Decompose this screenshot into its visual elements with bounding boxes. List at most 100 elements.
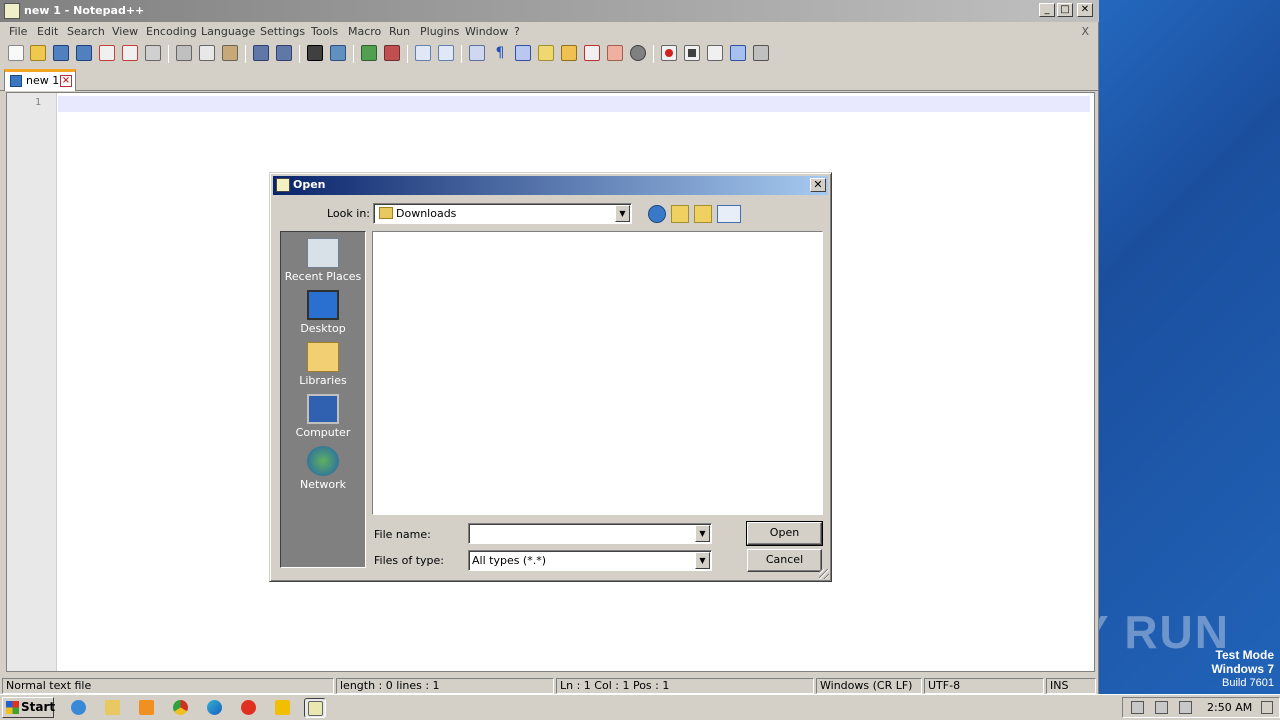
taskbar-app[interactable]	[272, 698, 294, 718]
monitoring-icon[interactable]	[630, 45, 646, 61]
close-all-icon[interactable]	[122, 45, 138, 61]
look-in-label: Look in:	[327, 207, 370, 220]
taskbar-notepadpp[interactable]	[304, 698, 326, 718]
folder-as-workspace-icon[interactable]	[607, 45, 623, 61]
undo-icon[interactable]	[253, 45, 269, 61]
menu-tools[interactable]: Tools	[311, 25, 338, 38]
menu-encoding[interactable]: Encoding	[146, 25, 197, 38]
find-icon[interactable]	[307, 45, 323, 61]
user-language-icon[interactable]	[538, 45, 554, 61]
redo-icon[interactable]	[276, 45, 292, 61]
recent-places-icon	[307, 238, 339, 268]
resize-grip[interactable]	[819, 569, 829, 579]
place-label: Libraries	[299, 374, 347, 387]
menu-plugins[interactable]: Plugins	[420, 25, 459, 38]
network-icon	[307, 446, 339, 476]
save-macro-icon[interactable]	[753, 45, 769, 61]
print-icon[interactable]	[145, 45, 161, 61]
files-of-type-value: All types (*.*)	[472, 554, 547, 567]
cut-icon[interactable]	[176, 45, 192, 61]
file-list[interactable]	[372, 231, 823, 515]
action-center-flag-icon[interactable]	[1179, 701, 1192, 714]
taskbar-ie[interactable]	[68, 698, 90, 718]
taskbar-media-player[interactable]	[136, 698, 158, 718]
chevron-down-icon[interactable]: ▼	[615, 205, 630, 222]
view-menu-icon[interactable]	[717, 205, 741, 223]
file-name-input[interactable]: ▼	[468, 523, 712, 544]
taskbar-yandex[interactable]	[238, 698, 260, 718]
play-macro-icon[interactable]	[707, 45, 723, 61]
menu-language[interactable]: Language	[201, 25, 255, 38]
maximize-button[interactable]: □	[1057, 3, 1073, 17]
run-macro-multiple-icon[interactable]	[730, 45, 746, 61]
zoom-in-icon[interactable]	[361, 45, 377, 61]
sync-horizontal-icon[interactable]	[438, 45, 454, 61]
tab-bar: new 1 ×	[0, 66, 1099, 91]
place-recent-places[interactable]: Recent Places	[281, 238, 365, 283]
chevron-down-icon[interactable]: ▼	[695, 552, 710, 569]
copy-icon[interactable]	[199, 45, 215, 61]
menu-help[interactable]: ?	[514, 25, 520, 38]
downloads-folder-icon	[379, 207, 393, 219]
chevron-down-icon[interactable]: ▼	[695, 525, 710, 542]
app-title-bar[interactable]: new 1 - Notepad++ _ □ ✕	[0, 0, 1099, 22]
menu-file[interactable]: File	[9, 25, 27, 38]
menu-settings[interactable]: Settings	[260, 25, 305, 38]
close-document-x[interactable]: X	[1081, 25, 1089, 38]
menu-run[interactable]: Run	[389, 25, 410, 38]
network-status-icon[interactable]	[1155, 701, 1168, 714]
close-button[interactable]: ✕	[1077, 3, 1093, 17]
save-icon[interactable]	[53, 45, 69, 61]
menu-window[interactable]: Window	[465, 25, 508, 38]
dialog-close-button[interactable]: ✕	[810, 178, 826, 192]
show-desktop-button[interactable]	[1261, 701, 1273, 714]
start-button[interactable]: Start	[2, 697, 55, 718]
place-network[interactable]: Network	[281, 446, 365, 491]
cancel-button[interactable]: Cancel	[747, 549, 822, 572]
dialog-title-bar[interactable]: Open ✕	[273, 176, 828, 195]
record-macro-icon[interactable]	[661, 45, 677, 61]
taskbar-chrome[interactable]	[170, 698, 192, 718]
paste-icon[interactable]	[222, 45, 238, 61]
toolbar: ¶	[0, 42, 1099, 66]
tab-new-1[interactable]: new 1 ×	[4, 69, 76, 91]
menu-macro[interactable]: Macro	[348, 25, 381, 38]
line-number: 1	[34, 97, 41, 108]
place-libraries[interactable]: Libraries	[281, 342, 365, 387]
show-all-characters-icon[interactable]: ¶	[492, 45, 508, 61]
dialog-title: Open	[293, 178, 326, 191]
open-file-icon[interactable]	[30, 45, 46, 61]
menu-edit[interactable]: Edit	[37, 25, 58, 38]
media-player-icon	[139, 700, 154, 715]
word-wrap-icon[interactable]	[469, 45, 485, 61]
taskbar: Start 2:50 AM	[0, 694, 1280, 720]
files-of-type-dropdown[interactable]: All types (*.*) ▼	[468, 550, 712, 571]
menu-view[interactable]: View	[112, 25, 138, 38]
clock[interactable]: 2:50 AM	[1207, 701, 1252, 714]
open-button[interactable]: Open	[746, 521, 823, 546]
look-in-dropdown[interactable]: Downloads ▼	[373, 203, 632, 224]
close-file-icon[interactable]	[99, 45, 115, 61]
toolbar-separator	[407, 45, 408, 63]
volume-icon[interactable]	[1131, 701, 1144, 714]
new-folder-icon[interactable]	[694, 205, 712, 223]
menu-search[interactable]: Search	[67, 25, 105, 38]
taskbar-edge[interactable]	[204, 698, 226, 718]
document-map-icon[interactable]	[561, 45, 577, 61]
replace-icon[interactable]	[330, 45, 346, 61]
indent-guide-icon[interactable]	[515, 45, 531, 61]
taskbar-explorer[interactable]	[102, 698, 124, 718]
tab-close-icon[interactable]: ×	[60, 75, 72, 87]
sync-vertical-icon[interactable]	[415, 45, 431, 61]
new-file-icon[interactable]	[8, 45, 24, 61]
zoom-out-icon[interactable]	[384, 45, 400, 61]
function-list-icon[interactable]	[584, 45, 600, 61]
back-icon[interactable]	[648, 205, 666, 223]
save-all-icon[interactable]	[76, 45, 92, 61]
place-desktop[interactable]: Desktop	[281, 290, 365, 335]
file-name-label: File name:	[374, 528, 431, 541]
stop-macro-icon[interactable]	[684, 45, 700, 61]
minimize-button[interactable]: _	[1039, 3, 1055, 17]
place-computer[interactable]: Computer	[281, 394, 365, 439]
up-folder-icon[interactable]	[671, 205, 689, 223]
